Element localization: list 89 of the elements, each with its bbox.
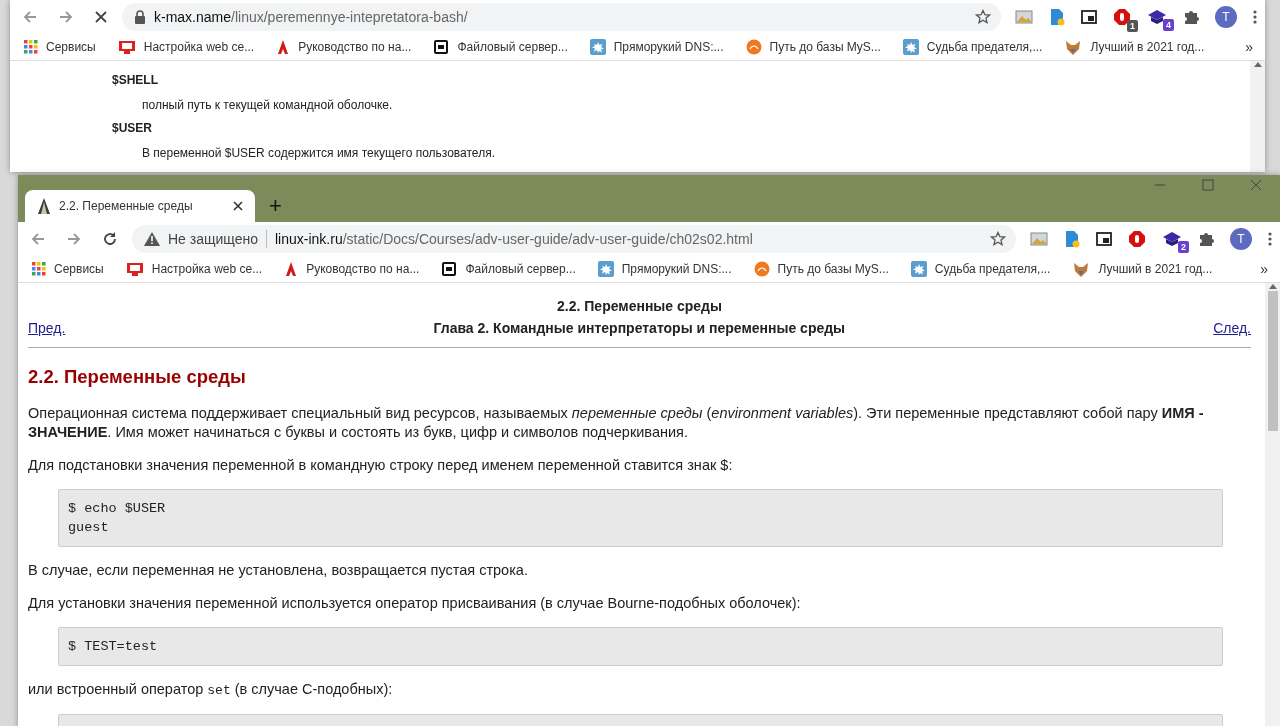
apps-grid-icon <box>24 40 38 54</box>
security-label: Не защищено <box>168 231 258 247</box>
bookmark-item[interactable]: Путь до базы MyS... <box>753 261 889 277</box>
star-icon[interactable] <box>990 231 1006 247</box>
code-block: $ TEST=test <box>58 627 1223 666</box>
term-definition: В переменной $USER содержится имя текущего пользователя. <box>142 146 496 160</box>
forward-arrow-icon[interactable] <box>58 9 74 25</box>
bookmark-item[interactable]: Путь до базы MyS... <box>745 39 881 55</box>
bookmark-item[interactable]: Руководство по на... <box>284 260 420 278</box>
bookmark-item[interactable]: Лучший в 2021 год... <box>1072 260 1213 278</box>
section-heading: 2.2. Переменные среды <box>28 365 247 389</box>
forward-arrow-icon[interactable] <box>66 231 82 247</box>
menu-icon[interactable] <box>1268 231 1272 247</box>
paragraph: В случае, если переменная не установлена, возвращается пустая строка. <box>28 561 529 580</box>
star-icon[interactable] <box>975 9 991 25</box>
bookmark-item[interactable]: Пряморукий DNS:... <box>589 39 724 55</box>
picture-in-picture-icon[interactable] <box>1081 10 1097 24</box>
paragraph: Для подстановки значения переменной в командную строку перед именем переменной ставится знак $: <box>28 456 734 475</box>
round-logo-icon <box>745 39 762 55</box>
close-icon[interactable] <box>233 201 243 211</box>
paragraph: Операционная система поддерживает специальный вид ресурсов, называемых переменные среды (environment variables). Эти переменные представляют собой пару ИМЯ - ЗНАЧЕНИЕ. Имя может начинаться с буквы и состоять из букв, цифр и символов подчеркивания. <box>28 404 1205 442</box>
dark-square-icon <box>441 261 458 277</box>
count-badge: 4 <box>1163 19 1174 31</box>
bookmark-item[interactable]: Пряморукий DNS:... <box>597 261 732 277</box>
bookmark-item[interactable]: Настройка web се... <box>117 39 255 55</box>
reload-icon[interactable] <box>102 231 118 247</box>
url-text: k-max.name/linux/peremennye-intepretatora-bash/ <box>154 9 469 25</box>
stop-sign-icon[interactable] <box>1113 8 1131 26</box>
splash-icon <box>597 261 614 277</box>
graduation-cap-icon[interactable] <box>1162 231 1182 247</box>
bookmark-item[interactable]: Настройка web се... <box>125 261 263 277</box>
stop-icon[interactable] <box>94 10 108 24</box>
scroll-up-icon[interactable] <box>1268 283 1277 289</box>
term-name: $USER <box>112 121 153 135</box>
count-badge: 1 <box>1127 20 1138 32</box>
page-header-title: 2.2. Переменные среды <box>556 297 723 316</box>
back-arrow-icon[interactable] <box>22 9 38 25</box>
paragraph: или встроенный оператор set (в случае C-подобных): <box>28 680 394 700</box>
bookmark-item[interactable]: Сервисы <box>32 262 104 276</box>
dark-square-icon <box>433 39 450 55</box>
picture-in-picture-icon[interactable] <box>1096 232 1112 246</box>
bookmark-item[interactable]: Сервисы <box>24 40 96 54</box>
monitor-icon <box>125 261 144 277</box>
bookmark-item[interactable]: Файловый сервер... <box>433 39 568 55</box>
bookmark-item[interactable]: Руководство по на... <box>276 38 412 56</box>
apps-grid-icon <box>32 262 46 276</box>
graduation-cap-icon[interactable] <box>1147 9 1167 25</box>
more-bookmarks-button[interactable]: » <box>1260 261 1268 277</box>
term-definition: полный путь к текущей командной оболочке. <box>142 98 394 112</box>
profile-avatar[interactable]: T <box>1215 6 1237 28</box>
splash-icon <box>902 39 919 55</box>
gothic-letter-icon <box>276 38 291 56</box>
stop-sign-icon[interactable] <box>1128 230 1146 248</box>
address-bar[interactable]: k-max.name/linux/peremennye-intepretatora-bash/ <box>122 3 1001 31</box>
term-name: $SHELL <box>112 73 159 87</box>
browser-tab[interactable]: 2.2. Переменные среды <box>25 190 255 222</box>
round-logo-icon <box>753 261 770 277</box>
scrollbar[interactable] <box>1250 61 1265 172</box>
gothic-letter-icon <box>284 260 299 278</box>
profile-avatar[interactable]: T <box>1230 228 1252 250</box>
count-badge: 2 <box>1178 241 1189 253</box>
scrollbar[interactable] <box>1265 283 1280 726</box>
splash-icon <box>910 261 927 277</box>
tux-favicon-icon <box>37 198 51 214</box>
new-tab-button[interactable]: + <box>265 194 286 218</box>
document-icon[interactable] <box>1049 8 1065 26</box>
document-icon[interactable] <box>1064 230 1080 248</box>
bookmark-item[interactable]: Файловый сервер... <box>441 261 576 277</box>
splash-icon <box>589 39 606 55</box>
url-text: linux-ink.ru/static/Docs/Courses/adv-user-guide/adv-user-guide/ch02s02.html <box>275 231 754 247</box>
puzzle-icon[interactable] <box>1198 231 1214 247</box>
bookmark-item[interactable]: Лучший в 2021 год... <box>1064 38 1205 56</box>
scroll-up-icon[interactable] <box>1253 61 1262 67</box>
puzzle-icon[interactable] <box>1183 9 1199 25</box>
more-bookmarks-button[interactable]: » <box>1245 39 1253 55</box>
address-bar[interactable]: Не защищено linux-ink.ru/static/Docs/Courses/adv-user-guide/adv-user-guide/ch02s02.html <box>132 225 1016 253</box>
next-link[interactable]: След. <box>1213 317 1251 339</box>
fox-icon <box>1064 38 1083 56</box>
menu-icon[interactable] <box>1253 9 1257 25</box>
bookmark-item[interactable]: Судьба предателя,... <box>910 261 1051 277</box>
scrollbar-thumb[interactable] <box>1267 291 1278 431</box>
prev-link[interactable]: Пред. <box>28 317 66 339</box>
paragraph: Для установки значения переменной используется оператор присваивания (в случае Bourne-подобных оболочек): <box>28 594 802 613</box>
chapter-title: Глава 2. Командные интерпретаторы и переменные среды <box>432 319 847 338</box>
fox-icon <box>1072 260 1091 278</box>
monitor-icon <box>117 39 136 55</box>
bookmark-item[interactable]: Судьба предателя,... <box>902 39 1043 55</box>
code-block: $ echo $USER guest <box>58 489 1223 547</box>
back-arrow-icon[interactable] <box>30 231 46 247</box>
